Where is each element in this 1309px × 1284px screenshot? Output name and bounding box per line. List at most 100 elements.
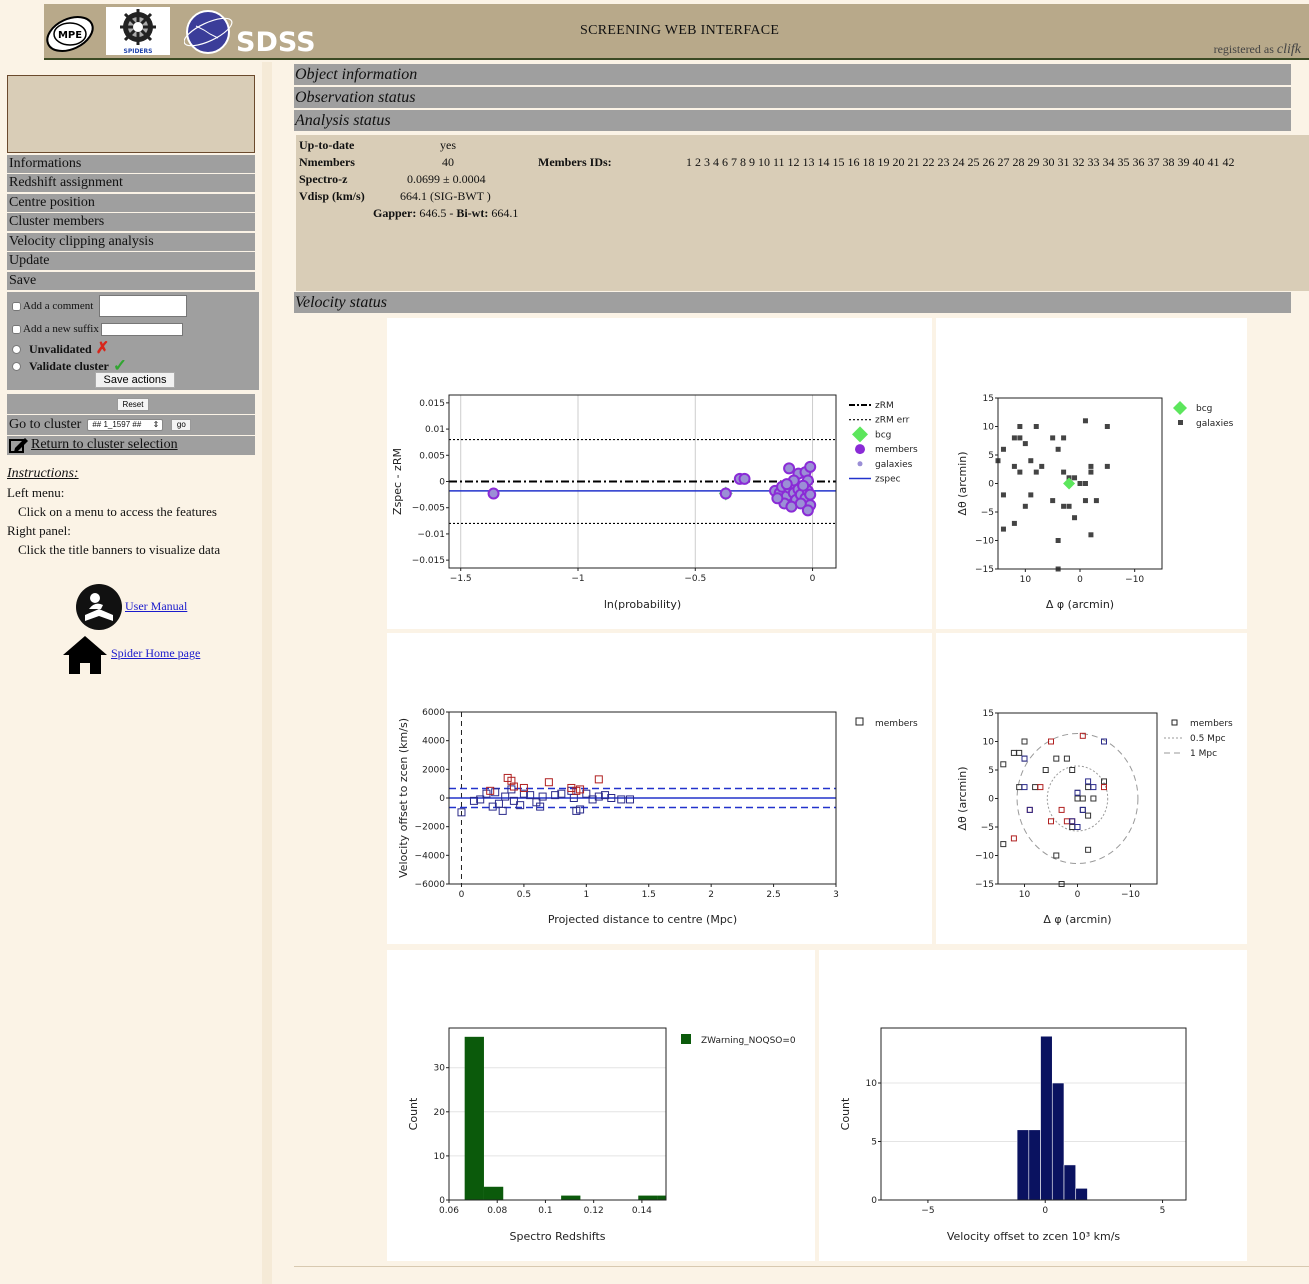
edit-icon	[9, 438, 28, 453]
y-tick-label: −15	[975, 880, 994, 890]
unvalidated-row: Unvalidated ✗	[11, 341, 255, 358]
help-links: User Manual Spider Home page	[60, 583, 260, 683]
go-button[interactable]: go	[171, 418, 192, 431]
member-point	[1074, 789, 1081, 796]
registered-as-label: registered as	[1213, 42, 1274, 56]
banner-analysis-status[interactable]: Analysis status	[294, 110, 1291, 131]
legend-label: bcg	[1196, 404, 1212, 414]
member-point	[487, 487, 500, 500]
y-tick-label: 4000	[422, 737, 445, 747]
histogram-bar	[561, 1195, 581, 1200]
sidebar-item-velocity-clipping[interactable]: Velocity clipping analysis	[7, 232, 255, 251]
analysis-status-body: Up-to-date yes Nmembers 40 Members IDs: …	[296, 135, 1309, 291]
histogram-bar	[1016, 1129, 1030, 1201]
x-axis-label: Spectro Redshifts	[510, 1230, 606, 1243]
x-axis-label: Velocity offset to zcen 10³ km/s	[947, 1230, 1121, 1243]
add-comment-checkbox[interactable]	[12, 301, 21, 311]
member-point	[738, 472, 751, 485]
sidebar-item-redshift-assignment[interactable]: Redshift assignment	[7, 174, 255, 192]
y-axis-label: Δθ (arcmin)	[956, 451, 969, 515]
member-point	[1053, 755, 1060, 762]
member-point	[1042, 767, 1049, 773]
member-point	[544, 778, 553, 787]
y-tick-label: −0.005	[412, 504, 445, 514]
member-point	[1074, 795, 1081, 802]
legend-label: bcg	[875, 430, 891, 440]
suffix-field[interactable]	[100, 322, 183, 336]
goto-cluster-row: Go to cluster ## 1_1597 ## ⇕ go	[7, 414, 255, 435]
sky-members-chart: 10 0 −10 −15 −10 −5 0 5 10 15 Δ φ (arcmin) Δθ (arcm…	[956, 709, 1233, 926]
member-point	[771, 492, 784, 505]
add-suffix-checkbox[interactable]	[12, 324, 21, 334]
galaxy-point	[1011, 520, 1017, 526]
banner-velocity-status[interactable]: Velocity status	[294, 292, 1291, 313]
member-point	[1032, 784, 1039, 791]
y-axis-label: Count	[839, 1097, 852, 1130]
y-tick-label: 0	[439, 794, 445, 804]
spider-home-link[interactable]: Spider Home page	[111, 646, 200, 661]
spiders-logo: SPIDERS	[106, 7, 170, 55]
cluster-select[interactable]: ## 1_1597 ## ⇕	[87, 418, 164, 431]
sdss-logo: SDSS	[184, 10, 316, 58]
validate-radio[interactable]	[12, 361, 21, 371]
member-point	[1090, 784, 1097, 791]
gapper-value: 646.5 -	[419, 206, 457, 220]
svg-text:SPIDERS: SPIDERS	[124, 48, 153, 55]
member-point	[1063, 818, 1070, 825]
plot-velocity-distance: 0 0.5 1 1.5 2 2.5 3 −6000 −4000 −2000 0 2000 4000 600…	[387, 633, 932, 944]
x-tick-label: −10	[1125, 575, 1144, 585]
galaxy-point	[1082, 481, 1088, 486]
x-tick-label: 0	[810, 574, 816, 584]
reset-button[interactable]: Reset	[117, 397, 149, 411]
galaxy-point	[1011, 435, 1017, 441]
goto-cluster-label: Go to cluster	[9, 416, 82, 432]
return-row: Return to cluster selection	[7, 435, 255, 455]
member-point	[1037, 784, 1044, 791]
velocity-histogram-chart: 0 5 10 −5 0 5 Velocity offset to zcen 10³ km/s…	[839, 1027, 1187, 1243]
x-axis-label: Projected distance to centre (Mpc)	[548, 913, 737, 926]
return-to-selection-link[interactable]: Return to cluster selection	[31, 437, 178, 453]
add-comment-row: Add a comment	[11, 295, 255, 318]
member-point	[783, 462, 796, 475]
gapper-label: Gapper:	[373, 206, 417, 220]
galaxy-point	[1082, 498, 1088, 504]
y-tick-label: 15	[983, 709, 994, 719]
y-tick-label: 0.015	[419, 399, 445, 409]
sidebar-item-save[interactable]: Save	[7, 271, 255, 290]
x-tick-label: 1.5	[642, 890, 656, 900]
sidebar-item-centre-position[interactable]: Centre position	[7, 193, 255, 212]
galaxy-point	[1055, 538, 1061, 543]
vdisp-label: Vdisp (km/s)	[299, 189, 365, 203]
comment-field[interactable]	[99, 295, 188, 317]
galaxy-point	[1050, 435, 1056, 441]
histogram-bar	[483, 1186, 504, 1200]
y-tick-label: −6000	[415, 880, 446, 890]
member-point	[501, 792, 510, 801]
y-tick-label: 0	[439, 1196, 445, 1206]
x-tick-label: −5	[921, 1206, 934, 1216]
cross-icon: ✗	[95, 340, 110, 357]
unvalidated-radio[interactable]	[12, 344, 21, 354]
sidebar-item-update[interactable]: Update	[7, 252, 255, 270]
member-point	[780, 478, 793, 491]
y-tick-label: 20	[434, 1108, 446, 1118]
y-tick-label: 0.005	[419, 451, 445, 461]
galaxy-point	[1050, 498, 1056, 504]
sidebar-item-cluster-members[interactable]: Cluster members	[7, 213, 255, 231]
galaxy-point	[1088, 532, 1094, 538]
x-tick-label: 2	[708, 890, 714, 900]
save-actions-button[interactable]: Save actions	[95, 371, 175, 388]
banner-object-information[interactable]: Object information	[294, 64, 1291, 85]
user-manual-link[interactable]: User Manual	[125, 599, 187, 614]
y-tick-label: −0.01	[417, 530, 445, 540]
y-axis-label: Zspec - zRM	[391, 448, 404, 515]
member-point	[626, 795, 635, 804]
legend-label: members	[1190, 719, 1233, 729]
legend-label: 0.5 Mpc	[1190, 734, 1226, 744]
legend-label: 1 Mpc	[1190, 749, 1217, 759]
members-ids-label: Members IDs:	[538, 155, 612, 169]
sidebar-item-informations[interactable]: Informations	[7, 154, 255, 173]
y-tick-label: 10	[983, 423, 995, 433]
banner-observation-status[interactable]: Observation status	[294, 87, 1291, 108]
member-point	[804, 488, 817, 501]
